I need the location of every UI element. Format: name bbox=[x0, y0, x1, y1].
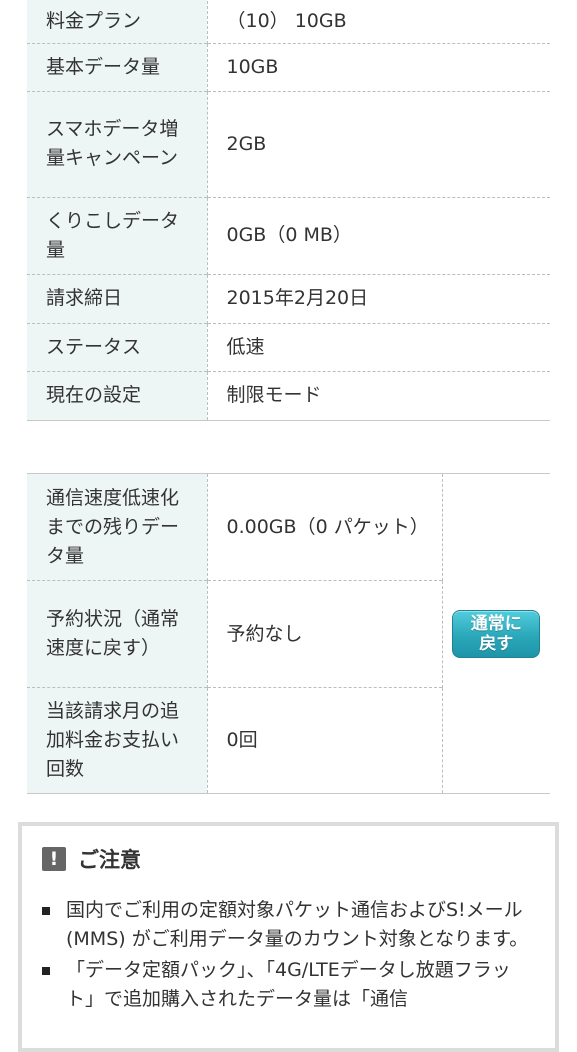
row-value: 0.00GB（0 パケット） bbox=[207, 473, 443, 581]
table-row: スマホデータ増量キャンペーン 2GB bbox=[27, 90, 550, 197]
row-value: 0GB（0 MB） bbox=[207, 196, 550, 274]
row-label: 予約状況（通常速度に戻す） bbox=[27, 580, 208, 688]
data-speed-table: 通信速度低速化までの残りデータ量 0.00GB（0 パケット） 通常に 戻す 予… bbox=[27, 473, 550, 794]
button-label-line2: 戻す bbox=[479, 633, 514, 654]
row-label: ステータス bbox=[27, 322, 208, 371]
notice-header: ! ご注意 bbox=[42, 844, 535, 874]
restore-speed-button[interactable]: 通常に 戻す bbox=[452, 609, 541, 658]
list-item: 国内でご利用の定額対象パケット通信およびS!メール(MMS) がご利用データ量の… bbox=[42, 896, 535, 954]
table-row: くりこしデータ量 0GB（0 MB） bbox=[27, 196, 550, 274]
row-label: 料金プラン bbox=[27, 0, 208, 43]
row-label: 通信速度低速化までの残りデータ量 bbox=[27, 473, 208, 581]
exclamation-icon: ! bbox=[42, 847, 66, 871]
row-value: 低速 bbox=[207, 322, 550, 371]
row-label: スマホデータ増量キャンペーン bbox=[27, 90, 208, 197]
row-label: 現在の設定 bbox=[27, 370, 208, 420]
bullet-icon bbox=[42, 907, 50, 915]
row-value: 予約なし bbox=[207, 580, 443, 688]
table-row: 料金プラン （10） 10GB bbox=[27, 0, 550, 43]
table-row: 基本データ量 10GB bbox=[27, 42, 550, 91]
action-cell: 通常に 戻す bbox=[442, 474, 550, 794]
table-row: 通信速度低速化までの残りデータ量 0.00GB（0 パケット） 通常に 戻す bbox=[27, 473, 550, 658]
row-label: 請求締日 bbox=[27, 273, 208, 323]
table-row: 請求締日 2015年2月20日 bbox=[27, 273, 550, 323]
button-label-line1: 通常に bbox=[470, 613, 522, 634]
table-row: ステータス 低速 bbox=[27, 322, 550, 371]
notice-box: ! ご注意 国内でご利用の定額対象パケット通信およびS!メール(MMS) がご利… bbox=[18, 822, 559, 1052]
notice-text: 国内でご利用の定額対象パケット通信およびS!メール(MMS) がご利用データ量の… bbox=[66, 899, 529, 950]
row-value: 2015年2月20日 bbox=[207, 273, 550, 323]
bullet-icon bbox=[42, 967, 50, 975]
row-label: くりこしデータ量 bbox=[27, 196, 208, 274]
notice-title: ご注意 bbox=[78, 848, 141, 872]
row-value: 0回 bbox=[207, 687, 443, 794]
list-item: 「データ定額パック」、「4G/LTEデータし放題フラット」で追加購入されたデータ… bbox=[42, 956, 535, 1014]
notice-list: 国内でご利用の定額対象パケット通信およびS!メール(MMS) がご利用データ量の… bbox=[42, 896, 535, 1014]
plan-info-table: 料金プラン （10） 10GB 基本データ量 10GB スマホデータ増量キャンペ… bbox=[27, 0, 550, 421]
row-value: 10GB bbox=[207, 42, 550, 91]
row-value: （10） 10GB bbox=[226, 9, 347, 32]
notice-text: 「データ定額パック」、「4G/LTEデータし放題フラット」で追加購入されたデータ… bbox=[66, 959, 511, 1010]
table-row: 現在の設定 制限モード bbox=[27, 370, 550, 420]
row-value: 制限モード bbox=[207, 370, 550, 420]
row-label: 基本データ量 bbox=[27, 42, 208, 91]
row-value: 2GB bbox=[207, 90, 550, 197]
row-label: 当該請求月の追加料金お支払い回数 bbox=[27, 687, 208, 794]
